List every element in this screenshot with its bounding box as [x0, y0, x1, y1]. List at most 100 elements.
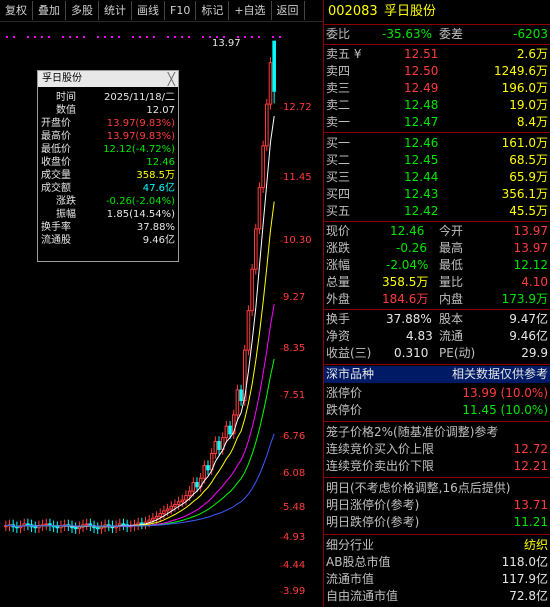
- candle-body[interactable]: [73, 527, 78, 530]
- divider: [324, 44, 550, 45]
- candle-body[interactable]: [228, 425, 232, 435]
- popup-row-label: 最高价: [41, 131, 71, 142]
- candle-body[interactable]: [272, 40, 276, 92]
- ask-row[interactable]: 卖三 12.49 196.0万: [324, 80, 550, 97]
- candle-body[interactable]: [154, 515, 159, 519]
- bid-price: 12.43: [404, 187, 439, 201]
- bid-price: 12.45: [404, 153, 439, 167]
- candle-body[interactable]: [95, 527, 100, 530]
- candle-body[interactable]: [147, 519, 151, 523]
- candle-body[interactable]: [169, 505, 174, 510]
- ask-row[interactable]: 卖一 12.47 8.4万: [324, 114, 550, 131]
- bid-row[interactable]: 买五 12.42 45.5万: [324, 203, 550, 220]
- ask-row[interactable]: 卖五 ¥ 12.51 2.6万: [324, 46, 550, 63]
- candle-body[interactable]: [121, 523, 126, 526]
- candle-body[interactable]: [187, 490, 192, 497]
- popup-row-value: 1.85(14.54%): [106, 209, 175, 220]
- ask-volume: 2.6万: [516, 47, 548, 61]
- stat-value: 9.47亿: [509, 312, 548, 326]
- candle-body[interactable]: [253, 228, 258, 270]
- price-axis-label: 6.76: [283, 431, 306, 442]
- popup-row-label: 换手率: [41, 222, 71, 233]
- limit-up-value: 13.99 (10.0%): [462, 386, 548, 400]
- candle-body[interactable]: [195, 482, 199, 488]
- divider: [324, 534, 550, 535]
- candle-body[interactable]: [140, 522, 144, 525]
- candle-body[interactable]: [180, 499, 185, 503]
- price-axis-label: 12.72: [283, 102, 312, 113]
- candle-body[interactable]: [55, 526, 60, 529]
- candle-body[interactable]: [265, 103, 269, 147]
- bid-row[interactable]: 买三 12.44 65.9万: [324, 169, 550, 186]
- candle-body[interactable]: [202, 465, 207, 479]
- bid-label: 买一: [326, 136, 351, 150]
- candle-body[interactable]: [151, 517, 155, 521]
- event-marker: [160, 36, 162, 38]
- toolbar-button-overlay[interactable]: 叠加: [33, 1, 66, 20]
- candle-body[interactable]: [206, 465, 210, 471]
- bid-row[interactable]: 买二 12.45 68.5万: [324, 152, 550, 169]
- candle-body[interactable]: [268, 62, 273, 105]
- stat-value: 12.46: [390, 224, 425, 238]
- toolbar-button-draw-line[interactable]: 画线: [132, 1, 165, 20]
- tomorrow-down-row: 明日跌停价(参考) 11.21: [324, 514, 550, 531]
- candle-body[interactable]: [162, 510, 166, 515]
- toolbar-button-mark[interactable]: 标记: [196, 1, 230, 20]
- popup-row: 开盘价 13.97(9.83%): [38, 117, 178, 130]
- candle-body[interactable]: [261, 145, 265, 189]
- divider: [324, 421, 550, 422]
- bid-row[interactable]: 买四 12.43 356.1万: [324, 186, 550, 203]
- candle-body[interactable]: [213, 441, 218, 454]
- event-marker: [132, 36, 134, 38]
- toolbar-button-add-watchlist[interactable]: +自选: [229, 1, 272, 20]
- price-axis-label: 8.35: [283, 343, 306, 354]
- ask-price: 12.51: [404, 47, 439, 61]
- candle-body[interactable]: [239, 389, 243, 402]
- candle-body[interactable]: [84, 523, 89, 526]
- popup-row-value: -0.26(-2.04%): [105, 196, 175, 207]
- toolbar-button-statistics[interactable]: 统计: [99, 1, 132, 20]
- tomorrow-down-label: 明日跌停价(参考): [326, 515, 420, 529]
- candle-body[interactable]: [15, 526, 19, 529]
- toolbar-button-back[interactable]: 返回: [272, 1, 305, 20]
- candle-body[interactable]: [44, 523, 49, 526]
- candle-body[interactable]: [165, 508, 170, 512]
- ab-cap-row: AB股总市值 118.0亿: [324, 554, 550, 571]
- ab-cap-label: AB股总市值: [326, 555, 391, 569]
- tomorrow-label: 明日(不考虑价格调整,16点后提供): [326, 481, 511, 495]
- divider: [324, 24, 550, 25]
- stock-code: 002083: [328, 4, 378, 19]
- popup-row-label: 振幅: [56, 209, 76, 220]
- candle-body[interactable]: [176, 501, 181, 506]
- tomorrow-header: 明日(不考虑价格调整,16点后提供): [324, 480, 550, 497]
- candle-body[interactable]: [250, 268, 254, 312]
- kline-data-popup: 孚日股份 ╳ 时间 2025/11/18/二 数值 12.07 开盘价 13.97(9…: [37, 70, 179, 262]
- candle-body[interactable]: [217, 441, 221, 450]
- candle-body[interactable]: [257, 187, 262, 230]
- candle-body[interactable]: [26, 523, 30, 526]
- bid-row[interactable]: 买一 12.46 161.0万: [324, 135, 550, 152]
- candle-body[interactable]: [33, 526, 38, 529]
- toolbar-button-fuquan[interactable]: 复权: [0, 1, 33, 20]
- stat-value: 4.83: [406, 329, 433, 343]
- divider: [324, 477, 550, 478]
- ask-row[interactable]: 卖二 12.48 19.0万: [324, 97, 550, 114]
- stock-header: 002083 孚日股份: [324, 2, 550, 22]
- popup-row-value: 9.46亿: [142, 235, 175, 246]
- stat-label: 总量: [326, 275, 351, 289]
- event-marker: [97, 36, 99, 38]
- event-marker: [13, 36, 15, 38]
- ask-row[interactable]: 卖四 12.50 1249.6万: [324, 63, 550, 80]
- candle-body[interactable]: [224, 425, 229, 439]
- candle-body[interactable]: [235, 389, 240, 416]
- candle-body[interactable]: [173, 504, 177, 507]
- event-marker: [104, 36, 106, 38]
- candle-body[interactable]: [158, 513, 163, 517]
- close-icon[interactable]: ╳: [168, 71, 175, 87]
- toolbar-button-f10[interactable]: F10: [165, 1, 197, 20]
- candle-body[interactable]: [184, 495, 188, 501]
- popup-row-value: 12.07: [146, 105, 175, 116]
- toolbar-button-multi-stock[interactable]: 多股: [66, 1, 99, 20]
- candle-body[interactable]: [191, 482, 196, 492]
- candle-body[interactable]: [246, 310, 251, 351]
